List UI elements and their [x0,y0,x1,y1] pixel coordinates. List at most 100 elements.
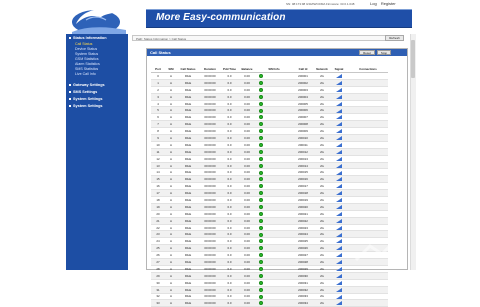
table-cell: A [165,155,177,163]
table-cell: 200032 [292,286,314,294]
table-cell: 200008 [292,120,314,129]
table-cell: 200025 [292,237,314,246]
table-cell: 0.00 [238,168,256,177]
table-cell: 0.0 [221,148,238,156]
table-cell [348,148,388,156]
panel-title: Call Status [150,50,171,55]
sidebar-item-alarm-statistics[interactable]: Alarm Statistics [75,62,100,66]
table-cell: IDLE [177,100,199,108]
green-dot-icon [259,149,263,154]
sim-status-cell [256,127,292,136]
green-dot-icon [259,287,263,292]
table-cell: A [165,182,177,191]
sidebar-item-system-settings-2[interactable]: System Settings [69,104,103,108]
sim-status-cell [256,155,292,163]
table-cell: 2G [314,189,330,198]
table-cell: 200002 [292,79,314,87]
sidebar-item-gsm-statistics[interactable]: GSM Statistics [75,57,99,61]
table-cell: 0.00 [238,127,256,136]
sidebar-item-gateway-settings[interactable]: Gateway Settings [69,83,105,87]
sim-status-cell [256,279,292,287]
table-cell: 0.0 [221,189,238,198]
signal-bars-icon [336,287,342,292]
table-cell: A [165,265,177,273]
table-cell: 0.0 [221,237,238,246]
table-cell [348,210,388,218]
signal-cell [330,293,348,301]
table-cell: IDLE [177,299,199,307]
vertical-scrollbar[interactable] [410,34,416,270]
signal-bars-icon [336,108,342,113]
table-cell: 200031 [292,279,314,287]
table-cell: 0.00 [238,217,256,225]
signal-cell [330,168,348,177]
table-cell: 0.00 [238,120,256,129]
green-dot-icon [259,170,263,175]
signal-bars-icon [336,94,342,99]
signal-bars-icon [336,260,342,265]
register-link[interactable]: Register [381,1,396,6]
signal-cell [330,113,348,122]
sim-status-cell [256,79,292,87]
sidebar-item-call-status[interactable]: Call Status [75,42,92,46]
table-cell: 00:00:00 [199,93,221,101]
table-cell: A [165,134,177,142]
table-cell: 5 [151,106,165,115]
log-link[interactable]: Log [370,1,377,6]
table-cell: 2G [314,148,330,156]
table-cell: 2G [314,265,330,273]
table-cell: 2G [314,299,330,307]
table-cell: 200020 [292,203,314,211]
table-cell [348,265,388,273]
table-cell: A [165,168,177,177]
sidebar-item-live-call-info[interactable]: Live Call Info [75,72,96,76]
green-dot-icon [259,239,263,244]
signal-cell [330,224,348,232]
table-cell [348,217,388,225]
table-cell: 0.0 [221,279,238,287]
table-cell [348,93,388,101]
table-cell: A [165,72,177,80]
table-cell: 00:00:00 [199,86,221,94]
table-row: 11 A IDLE 00:00:00 0.0 0.00 200012 2G [151,148,388,156]
reset-button[interactable]: Reset [359,50,375,55]
table-row: 14 A IDLE 00:00:00 0.0 0.00 200015 2G [151,168,388,177]
table-cell: 18 [151,196,165,204]
sim-status-cell [256,272,292,280]
table-cell: 33 [151,299,165,307]
scrollbar-thumb[interactable] [411,40,415,78]
table-cell: 2G [314,237,330,246]
table-cell: IDLE [177,134,199,142]
signal-cell [330,251,348,260]
table-cell: A [165,106,177,115]
stop-button[interactable]: Stop [377,50,391,55]
table-cell: 00:00:00 [199,189,221,198]
green-dot-icon [259,129,263,134]
page-header: SN: 08:173:98 GSM/WCDMA Firmware: 33.0.1… [0,0,480,34]
signal-cell [330,175,348,184]
table-cell: 2G [314,134,330,142]
sim-status-cell [256,224,292,232]
table-cell: A [165,203,177,211]
green-dot-icon [259,253,263,258]
signal-cell [330,155,348,163]
sidebar-item-sms-settings[interactable]: SMS Settings [69,90,97,94]
table-cell: 0.00 [238,189,256,198]
table-cell: IDLE [177,217,199,225]
sidebar-item-system-settings[interactable]: System Settings [69,97,103,101]
signal-cell [330,244,348,253]
bullet-icon [69,37,71,39]
bullet-icon [69,91,71,93]
sidebar-item-sms-statistics[interactable]: SMS Statistics [75,67,98,71]
sidebar-item-system-status[interactable]: System Status [75,52,98,56]
sidebar-item-status-information[interactable]: Status Information [69,36,107,40]
sidebar-item-device-status[interactable]: Device Status [75,47,97,51]
table-cell: 0.0 [221,155,238,163]
table-cell: 0.0 [221,134,238,142]
table-cell: 2G [314,279,330,287]
refresh-button[interactable]: Refresh [385,35,404,41]
table-cell: 4 [151,100,165,108]
table-cell: 0.0 [221,224,238,232]
signal-cell [330,237,348,246]
top-info: SN: 08:173:98 GSM/WCDMA Firmware: 33.0.1… [286,2,355,6]
